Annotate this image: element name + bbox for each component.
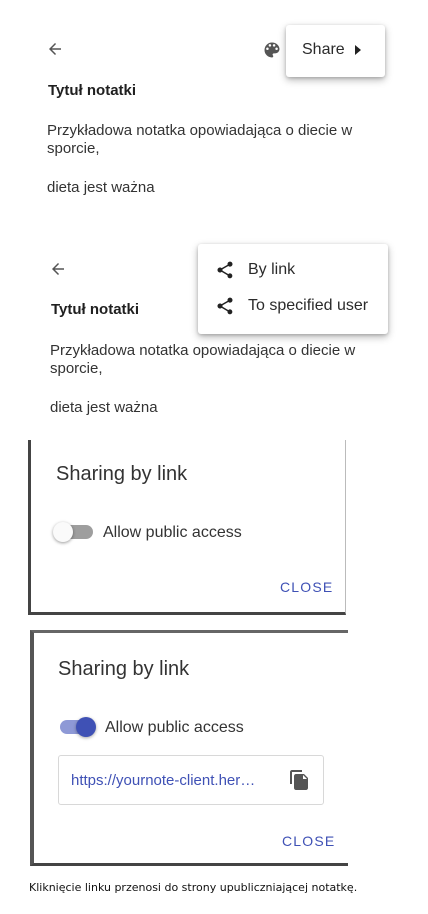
copy-icon[interactable]	[289, 769, 309, 791]
share-menu: Share	[286, 25, 385, 77]
palette-icon[interactable]	[262, 40, 282, 60]
menu-item-to-user[interactable]: To specified user	[215, 296, 368, 316]
note-paragraph: Przykładowa notatka opowiadająca o dieci…	[50, 342, 356, 377]
share-menu-item[interactable]: Share	[302, 41, 361, 59]
close-button[interactable]: CLOSE	[280, 579, 333, 595]
share-options-menu: By link To specified user	[198, 244, 388, 334]
sharing-dialog-on: Sharing by link Allow public access http…	[30, 630, 348, 866]
public-access-toggle[interactable]	[53, 520, 95, 544]
share-link[interactable]: https://yournote-client.her…	[71, 772, 276, 789]
note-paragraph: Przykładowa notatka opowiadająca o dieci…	[47, 122, 353, 157]
dialog-title: Sharing by link	[56, 463, 188, 485]
back-arrow-icon[interactable]	[46, 40, 64, 58]
switch-thumb	[53, 522, 73, 542]
toggle-label: Allow public access	[103, 524, 242, 541]
menu-item-by-link[interactable]: By link	[215, 260, 295, 280]
note-title: Tytuł notatki	[48, 82, 137, 99]
menu-item-label: To specified user	[248, 297, 369, 314]
toggle-label: Allow public access	[105, 719, 244, 736]
share-icon	[215, 296, 235, 316]
sharing-dialog-off: Sharing by link Allow public access CLOS…	[28, 440, 346, 615]
share-icon	[215, 260, 235, 280]
switch-thumb	[76, 717, 96, 737]
public-access-toggle[interactable]	[58, 715, 100, 739]
close-button[interactable]: CLOSE	[282, 833, 335, 849]
note-paragraph: dieta jest ważna	[47, 179, 155, 196]
note-title: Tytuł notatki	[51, 301, 140, 318]
dialog-title: Sharing by link	[58, 658, 190, 680]
back-arrow-icon[interactable]	[49, 260, 67, 278]
caret-right-icon	[354, 45, 361, 55]
caption: Kliknięcie linku przenosi do strony upub…	[29, 881, 358, 894]
note-paragraph: dieta jest ważna	[50, 399, 158, 416]
menu-item-label: By link	[248, 261, 296, 278]
share-link-field: https://yournote-client.her…	[58, 755, 324, 805]
share-label: Share	[302, 41, 345, 58]
